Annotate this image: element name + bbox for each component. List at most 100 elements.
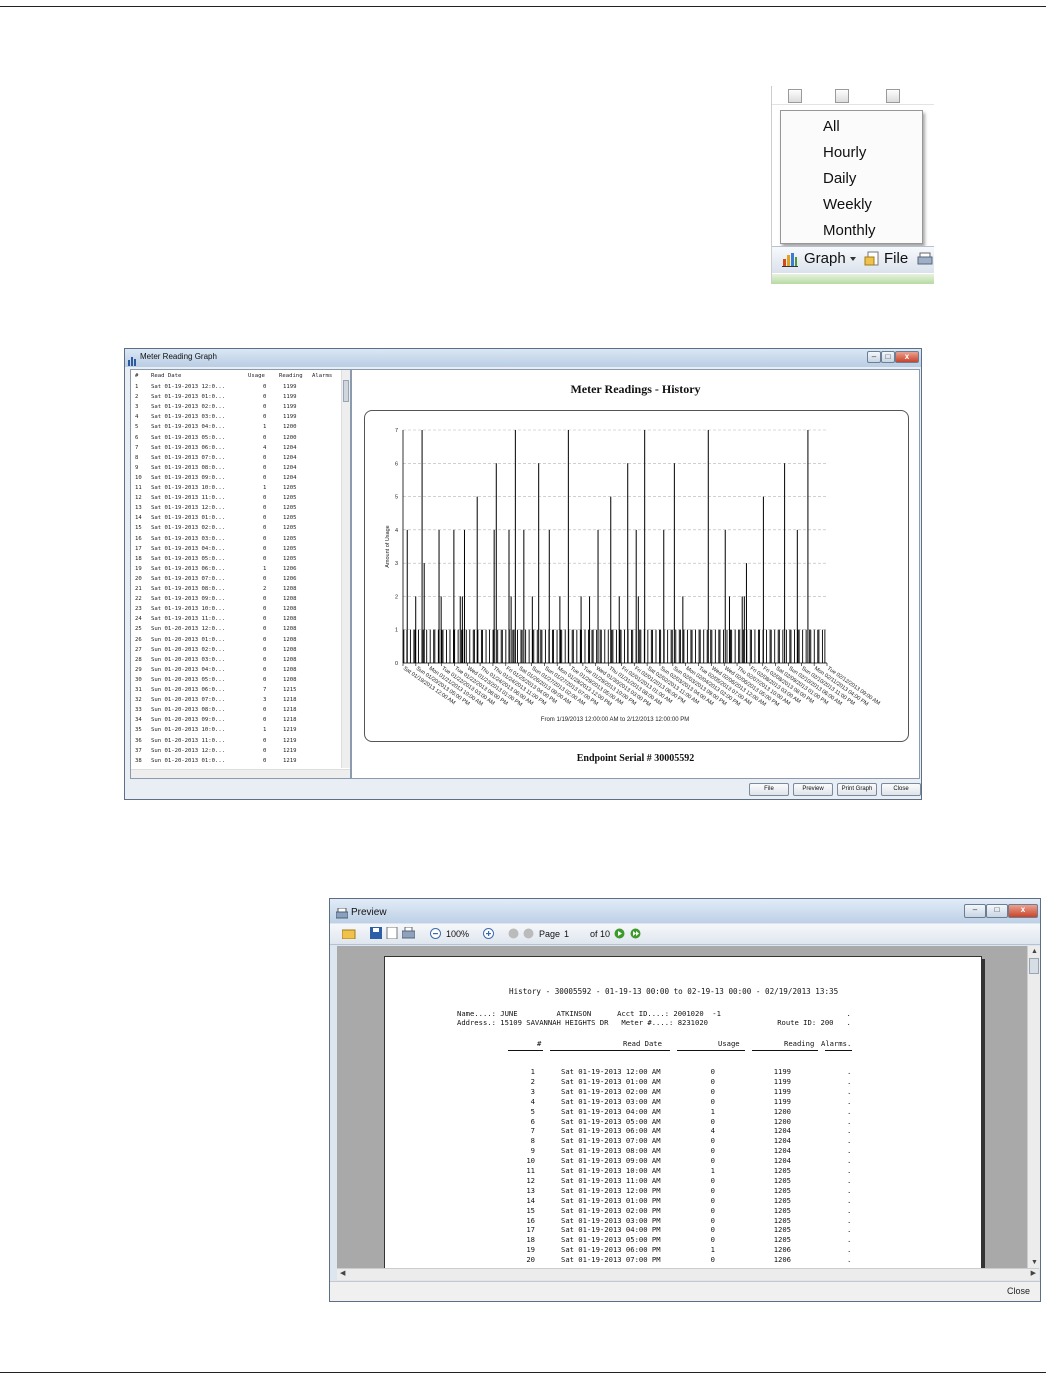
list-item[interactable]: 8 Sat 01-19-2013 07:0... 0 1204 bbox=[131, 454, 343, 464]
list-item[interactable]: 16 Sat 01-19-2013 03:0... 0 1205 bbox=[131, 535, 343, 545]
list-item[interactable]: 15 Sat 01-19-2013 02:0... 0 1205 bbox=[131, 524, 343, 534]
previous-page-icon[interactable] bbox=[523, 928, 534, 941]
y-axis-label: Amount of Usage bbox=[385, 525, 391, 568]
list-item[interactable]: 19 Sat 01-19-2013 06:0... 1 1206 bbox=[131, 565, 343, 575]
list-cell: 0 bbox=[263, 606, 267, 613]
vertical-scrollbar[interactable] bbox=[341, 370, 350, 768]
file-button[interactable]: File bbox=[749, 783, 789, 796]
vertical-scrollbar[interactable]: ▲ ▼ bbox=[1027, 946, 1040, 1268]
list-item[interactable]: 17 Sat 01-19-2013 04:0... 0 1205 bbox=[131, 545, 343, 555]
column-header[interactable]: Read Date bbox=[151, 373, 181, 379]
close-icon[interactable]: x bbox=[1008, 904, 1038, 918]
list-item[interactable]: 18 Sat 01-19-2013 05:0... 0 1205 bbox=[131, 555, 343, 565]
list-item[interactable]: 6 Sat 01-19-2013 05:0... 0 1200 bbox=[131, 434, 343, 444]
column-header[interactable]: Reading bbox=[279, 373, 303, 379]
menu-item-monthly[interactable]: Monthly bbox=[823, 222, 876, 239]
list-item[interactable]: 26 Sun 01-20-2013 01:0... 0 1208 bbox=[131, 636, 343, 646]
preview-button[interactable]: Preview bbox=[793, 783, 833, 796]
minimize-icon[interactable]: – bbox=[867, 351, 881, 363]
scroll-down-icon[interactable]: ▼ bbox=[1031, 1259, 1038, 1266]
preview-viewport[interactable]: History - 30005592 - 01-19-13 00:00 to 0… bbox=[337, 946, 1027, 1268]
maximize-icon[interactable]: □ bbox=[881, 351, 895, 363]
list-item[interactable]: 37 Sun 01-20-2013 12:0... 0 1219 bbox=[131, 747, 343, 757]
column-header[interactable]: Alarms bbox=[312, 373, 332, 379]
list-item[interactable]: 38 Sun 01-20-2013 01:0... 0 1219 bbox=[131, 757, 343, 767]
print-graph-button[interactable]: Print Graph bbox=[837, 783, 877, 796]
menu-item-weekly[interactable]: Weekly bbox=[823, 196, 872, 213]
close-button[interactable]: Close bbox=[881, 783, 921, 796]
list-cell: 0 bbox=[263, 656, 267, 663]
list-cell: 1 bbox=[263, 424, 267, 431]
list-item[interactable]: 25 Sun 01-20-2013 12:0... 0 1208 bbox=[131, 625, 343, 635]
list-item[interactable]: 11 Sat 01-19-2013 10:0... 1 1205 bbox=[131, 484, 343, 494]
list-item[interactable]: 23 Sat 01-19-2013 10:0... 0 1208 bbox=[131, 605, 343, 615]
list-cell: 0 bbox=[263, 596, 267, 603]
minimize-icon[interactable]: – bbox=[964, 904, 986, 918]
list-item[interactable]: 34 Sun 01-20-2013 09:0... 0 1218 bbox=[131, 716, 343, 726]
list-item[interactable]: 24 Sat 01-19-2013 11:0... 0 1208 bbox=[131, 615, 343, 625]
checkbox[interactable] bbox=[886, 89, 900, 103]
graph-button[interactable]: Graph bbox=[804, 250, 846, 267]
list-item[interactable]: 21 Sat 01-19-2013 08:0... 2 1208 bbox=[131, 585, 343, 595]
scroll-up-icon[interactable]: ▲ bbox=[1031, 948, 1038, 955]
list-item[interactable]: 27 Sun 01-20-2013 02:0... 0 1208 bbox=[131, 646, 343, 656]
report-cell: 1206 bbox=[773, 1255, 791, 1265]
chevron-down-icon[interactable] bbox=[850, 257, 856, 261]
last-page-icon[interactable] bbox=[630, 928, 641, 941]
scroll-left-icon[interactable]: ◀ bbox=[340, 1269, 345, 1277]
list-item[interactable]: 36 Sun 01-20-2013 11:0... 0 1219 bbox=[131, 737, 343, 747]
list-item[interactable]: 14 Sat 01-19-2013 01:0... 0 1205 bbox=[131, 514, 343, 524]
report-column-header: Usage bbox=[718, 1039, 740, 1048]
list-item[interactable]: 2 Sat 01-19-2013 01:0... 0 1199 bbox=[131, 393, 343, 403]
list-item[interactable]: 35 Sun 01-20-2013 10:0... 1 1219 bbox=[131, 726, 343, 736]
zoom-in-icon[interactable] bbox=[483, 928, 494, 941]
first-page-icon[interactable] bbox=[508, 928, 519, 941]
column-header[interactable]: Usage bbox=[248, 373, 265, 379]
close-icon[interactable]: x bbox=[895, 351, 919, 363]
menu-item-all[interactable]: All bbox=[823, 118, 840, 135]
menu-item-hourly[interactable]: Hourly bbox=[823, 144, 866, 161]
checkbox[interactable] bbox=[835, 89, 849, 103]
printer-icon[interactable] bbox=[917, 252, 933, 266]
list-item[interactable]: 4 Sat 01-19-2013 03:0... 0 1199 bbox=[131, 413, 343, 423]
save-icon[interactable] bbox=[370, 927, 382, 941]
list-item[interactable]: 12 Sat 01-19-2013 11:0... 0 1205 bbox=[131, 494, 343, 504]
next-page-icon[interactable] bbox=[614, 928, 625, 941]
list-cell: 1208 bbox=[283, 666, 297, 673]
list-item[interactable]: 5 Sat 01-19-2013 04:0... 1 1200 bbox=[131, 423, 343, 433]
list-item[interactable]: 3 Sat 01-19-2013 02:0... 0 1199 bbox=[131, 403, 343, 413]
list-item[interactable]: 29 Sun 01-20-2013 04:0... 0 1208 bbox=[131, 666, 343, 676]
column-header[interactable]: # bbox=[135, 373, 138, 379]
list-item[interactable]: 1 Sat 01-19-2013 12:0... 0 1199 bbox=[131, 383, 343, 393]
checkbox[interactable] bbox=[788, 89, 802, 103]
list-cell: 1219 bbox=[283, 737, 297, 744]
horizontal-scrollbar[interactable]: ◀ ▶ bbox=[337, 1268, 1039, 1280]
list-item[interactable]: 30 Sun 01-20-2013 05:0... 0 1208 bbox=[131, 676, 343, 686]
list-item[interactable]: 20 Sat 01-19-2013 07:0... 0 1206 bbox=[131, 575, 343, 585]
page-icon[interactable] bbox=[386, 926, 398, 941]
file-button[interactable]: File bbox=[884, 250, 908, 267]
list-item[interactable]: 13 Sat 01-19-2013 12:0... 0 1205 bbox=[131, 504, 343, 514]
zoom-out-icon[interactable] bbox=[430, 928, 441, 941]
readings-list[interactable]: # Read Date Usage Reading Alarms 1 Sat 01… bbox=[130, 369, 351, 779]
list-item[interactable]: 22 Sat 01-19-2013 09:0... 0 1208 bbox=[131, 595, 343, 605]
menu-item-daily[interactable]: Daily bbox=[823, 170, 856, 187]
print-icon[interactable] bbox=[401, 926, 416, 941]
scroll-right-icon[interactable]: ▶ bbox=[1031, 1269, 1036, 1277]
scroll-thumb[interactable] bbox=[343, 380, 349, 402]
zoom-level[interactable]: 100% bbox=[446, 929, 469, 939]
list-cell: Sat 01-19-2013 05:0... bbox=[151, 555, 226, 562]
list-item[interactable]: 31 Sun 01-20-2013 06:0... 7 1215 bbox=[131, 686, 343, 696]
list-item[interactable]: 9 Sat 01-19-2013 08:0... 0 1204 bbox=[131, 464, 343, 474]
open-icon[interactable] bbox=[341, 927, 356, 941]
page-number-input[interactable]: 1 bbox=[564, 929, 569, 939]
list-item[interactable]: 7 Sat 01-19-2013 06:0... 4 1204 bbox=[131, 444, 343, 454]
list-item[interactable]: 28 Sun 01-20-2013 03:0... 0 1208 bbox=[131, 656, 343, 666]
list-item[interactable]: 10 Sat 01-19-2013 09:0... 0 1204 bbox=[131, 474, 343, 484]
scroll-thumb[interactable] bbox=[1029, 958, 1039, 974]
close-link[interactable]: Close bbox=[1007, 1286, 1030, 1296]
maximize-icon[interactable]: □ bbox=[986, 904, 1008, 918]
list-item[interactable]: 33 Sun 01-20-2013 08:0... 0 1218 bbox=[131, 706, 343, 716]
horizontal-scrollbar[interactable] bbox=[131, 769, 350, 778]
list-item[interactable]: 32 Sun 01-20-2013 07:0... 3 1218 bbox=[131, 696, 343, 706]
